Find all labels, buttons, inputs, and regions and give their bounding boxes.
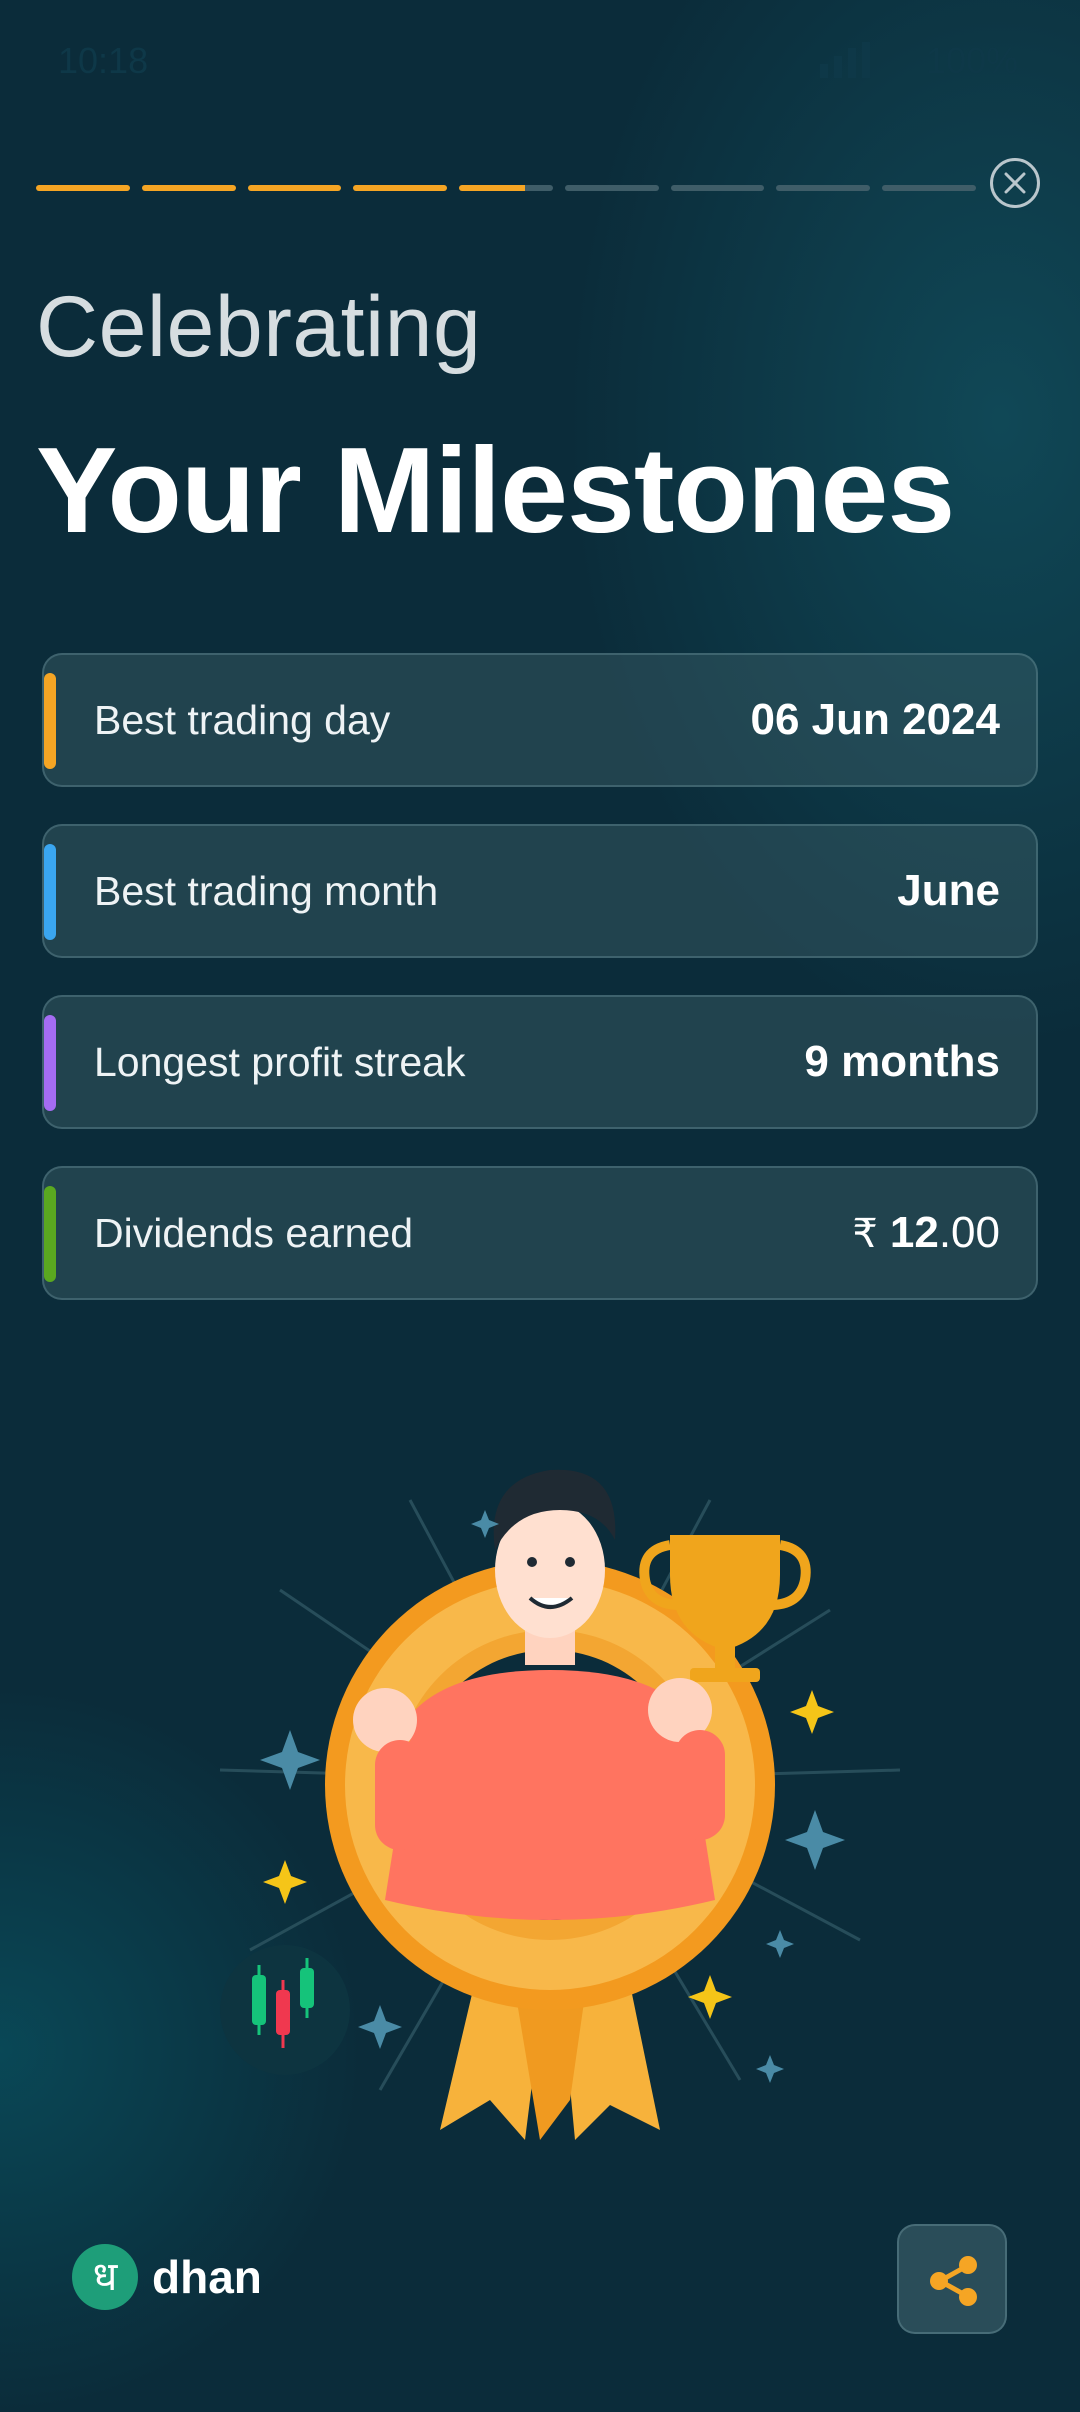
milestone-label: Dividends earned: [94, 1210, 414, 1256]
card-accent: [44, 673, 56, 769]
progress-segment: [247, 185, 342, 191]
page-title: Your Milestones: [36, 422, 955, 558]
card-accent: [44, 1186, 56, 1282]
milestone-card-best-month: Best trading month June: [42, 824, 1038, 958]
milestone-value: 06 Jun 2024: [750, 695, 1001, 744]
close-icon: [1004, 172, 1026, 194]
milestone-label: Longest profit streak: [94, 1039, 466, 1085]
amount-integer: 12: [889, 1208, 939, 1257]
status-time: 10:18: [58, 40, 149, 81]
brand-name: dhan: [152, 2251, 262, 2303]
card-accent: [44, 844, 56, 940]
signal-icon: [820, 42, 870, 78]
story-progress: [36, 185, 976, 191]
progress-segment: [141, 185, 236, 191]
milestone-value: 9 months: [804, 1037, 1000, 1086]
page-subtitle: Celebrating: [36, 279, 482, 375]
card-accent: [44, 1015, 56, 1111]
milestone-card-profit-streak: Longest profit streak 9 months: [42, 995, 1038, 1129]
candlestick-chart-icon: [220, 1945, 350, 2075]
milestone-card-best-day: Best trading day 06 Jun 2024: [42, 653, 1038, 787]
share-button[interactable]: [897, 2224, 1007, 2334]
milestone-label: Best trading day: [94, 697, 391, 743]
share-icon: [930, 2256, 977, 2306]
progress-segment: [670, 185, 765, 191]
close-button[interactable]: [990, 158, 1040, 208]
milestone-value: ₹12.00: [852, 1208, 1000, 1258]
progress-segment: [459, 185, 553, 191]
battery-level: 100%: [925, 40, 1018, 81]
milestone-card-dividends: Dividends earned ₹12.00: [42, 1166, 1038, 1300]
celebration-illustration: [219, 1469, 901, 2140]
progress-segment: [564, 185, 659, 191]
amount-decimal: .00: [938, 1208, 1000, 1257]
progress-segment: [36, 185, 130, 191]
status-bar: 10:18 100%: [0, 0, 1080, 120]
milestone-label: Best trading month: [94, 868, 439, 914]
milestone-value: June: [897, 866, 1000, 915]
progress-segment: [882, 185, 976, 191]
dhan-logo-icon: ध: [72, 2244, 138, 2310]
progress-segment: [353, 185, 448, 191]
currency-symbol: ₹: [852, 1212, 878, 1256]
progress-segment: [776, 185, 871, 191]
